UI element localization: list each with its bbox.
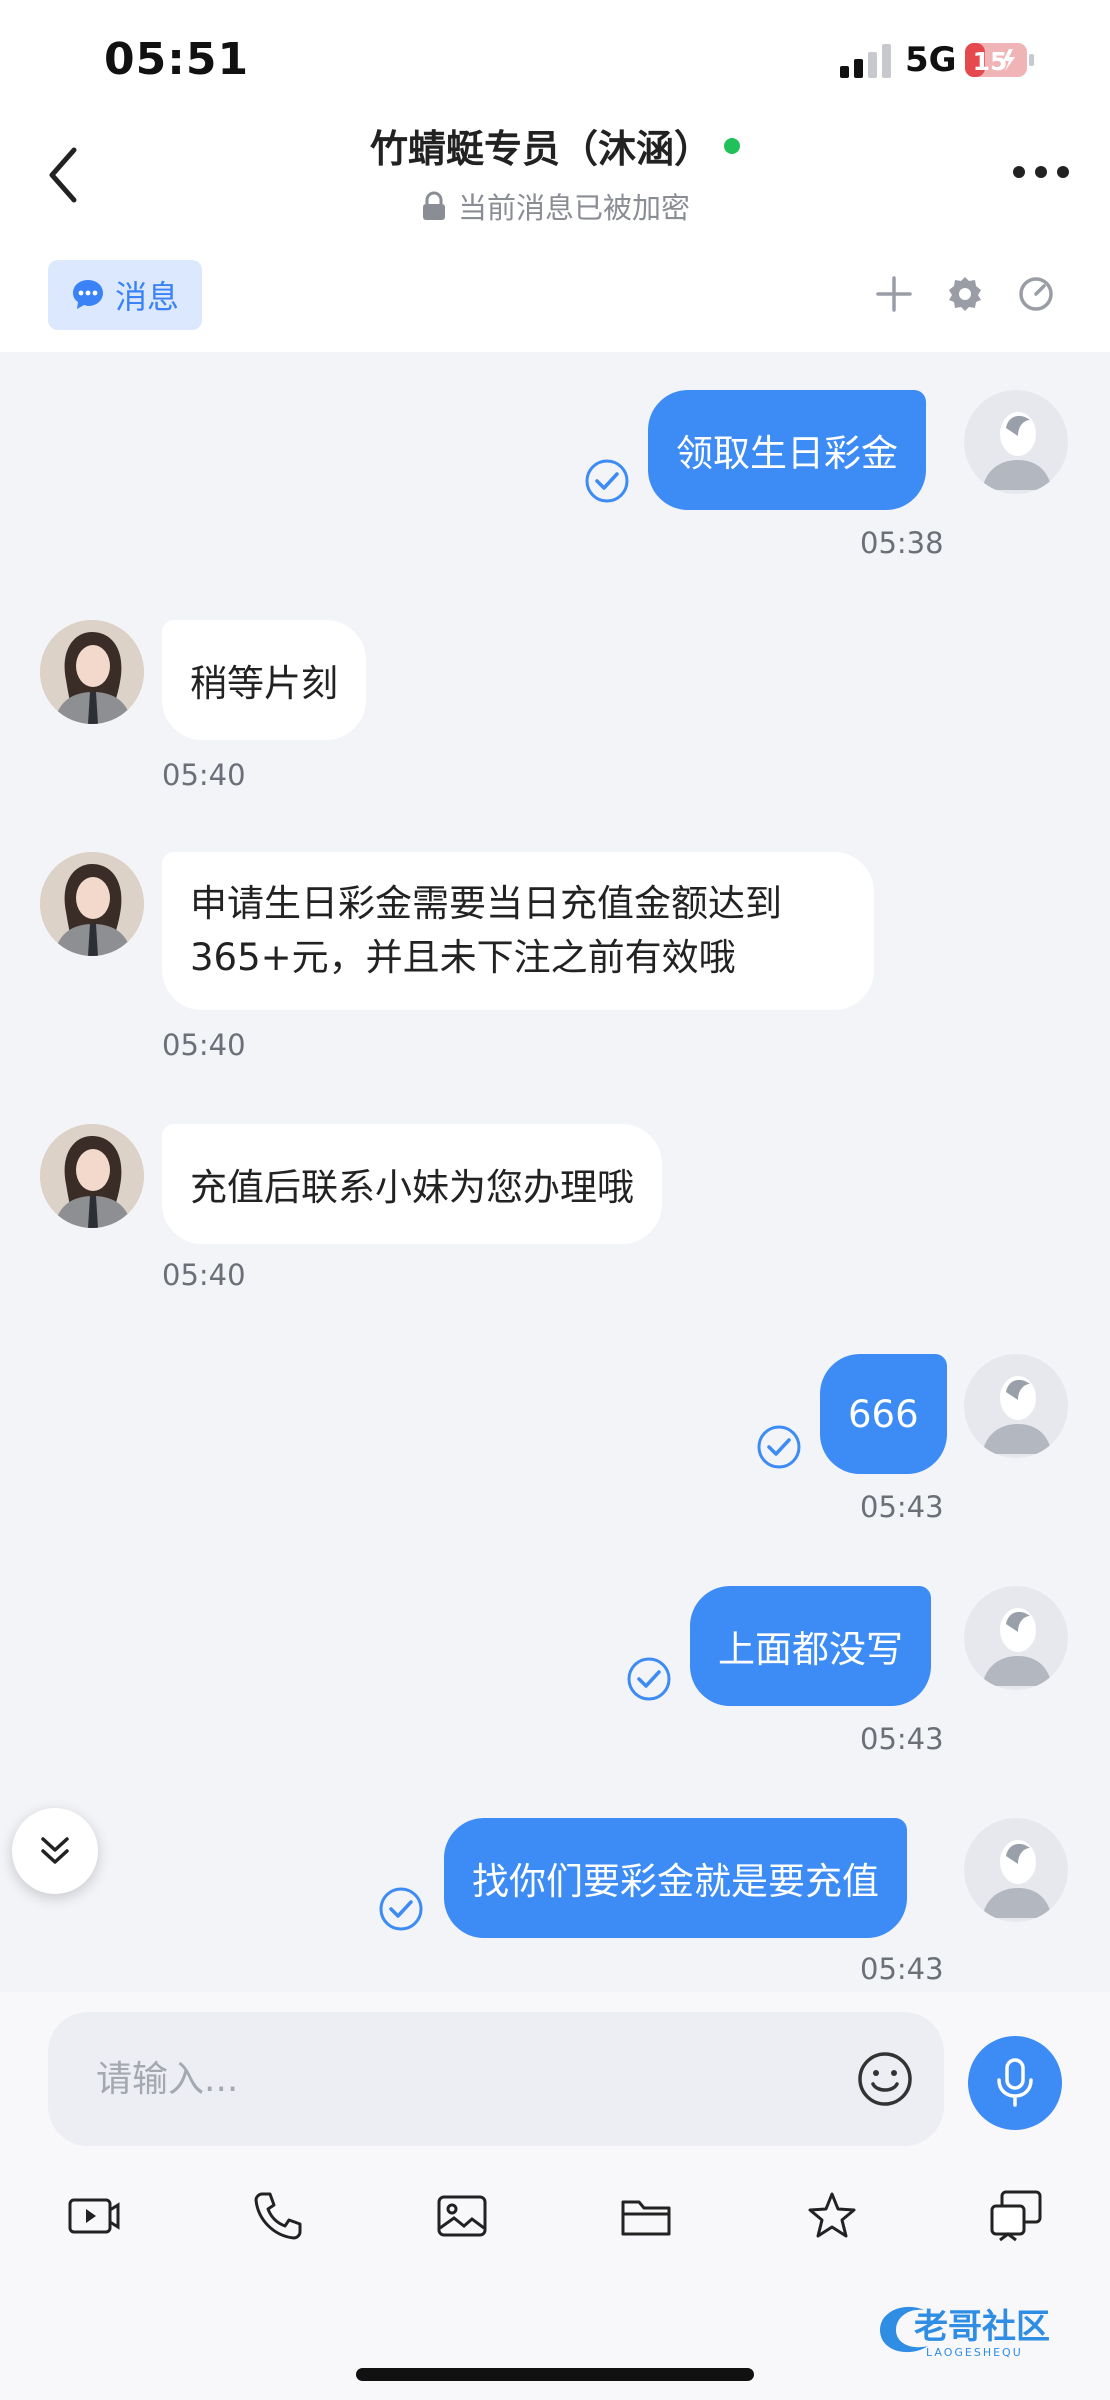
agent-photo [40,620,144,724]
gear-icon[interactable] [945,274,985,314]
message-list[interactable]: 领取生日彩金 05:38 稍等片刻 05:40 申请生日彩金需要当日充值金额达到… [0,352,1110,1992]
user-avatar[interactable] [964,1354,1068,1458]
read-check-icon [379,1887,423,1931]
chat-header: 竹蜻蜓专员（沐涵） 当前消息已被加密 [0,110,1110,240]
battery-level: 15 [973,47,1008,76]
video-icon[interactable] [66,2188,122,2244]
more-icon[interactable] [1012,162,1070,182]
header-title-block: 竹蜻蜓专员（沐涵） 当前消息已被加密 [0,118,1110,227]
attachment-toolbar [0,2188,1110,2258]
image-icon[interactable] [434,2188,490,2244]
chat-tab-row: 消息 [0,240,1110,352]
contact-name: 竹蜻蜓专员（沐涵） [369,127,712,171]
message-timestamp: 05:43 [860,1490,944,1524]
message-input[interactable] [96,2044,856,2114]
message-bubble-incoming[interactable]: 申请生日彩金需要当日充值金额达到365+元，并且未下注之前有效哦 [162,852,874,1010]
online-status-dot [724,137,740,154]
network-type: 5G [905,40,957,80]
message-bubble-incoming[interactable]: 充值后联系小妹为您办理哦 [162,1124,662,1244]
encryption-notice: 当前消息已被加密 [420,185,690,227]
contact-title: 竹蜻蜓专员（沐涵） [370,118,740,173]
star-icon[interactable] [804,2188,860,2244]
message-bubble-outgoing[interactable]: 666 [820,1354,947,1474]
agent-photo [40,852,144,956]
user-avatar[interactable] [964,1818,1068,1922]
message-input-box[interactable] [48,2012,944,2146]
agent-avatar[interactable] [40,852,144,956]
voice-button[interactable] [968,2036,1062,2130]
tab-messages-label: 消息 [114,278,179,316]
battery-icon: 15 [965,43,1034,77]
watermark-subtext: LAOGESHEQU [926,2346,1023,2359]
watermark-text: 老哥社区 [914,2307,1050,2347]
message-bubble-outgoing[interactable]: 找你们要彩金就是要充值 [444,1818,907,1938]
emoji-icon[interactable] [856,2050,914,2108]
screen-share-icon[interactable] [988,2188,1044,2244]
user-avatar[interactable] [964,390,1068,494]
gauge-icon[interactable] [1016,274,1056,314]
message-timestamp: 05:40 [162,1258,246,1292]
default-avatar-icon [982,1840,1052,1918]
read-check-icon [627,1657,671,1701]
message-bubble-outgoing[interactable]: 上面都没写 [690,1586,931,1706]
message-bubble-incoming[interactable]: 稍等片刻 [162,620,366,740]
folder-icon[interactable] [618,2188,674,2244]
message-timestamp: 05:43 [860,1952,944,1986]
read-check-icon [757,1425,801,1469]
message-bubble-outgoing[interactable]: 领取生日彩金 [648,390,926,510]
default-avatar-icon [982,412,1052,490]
message-timestamp: 05:40 [162,1028,246,1062]
message-timestamp: 05:40 [162,758,246,792]
composer: 老哥社区 LAOGESHEQU [0,1992,1110,2400]
status-bar: 05:51 5G 15 [0,0,1110,110]
lock-icon [422,191,445,220]
scroll-to-bottom-button[interactable] [12,1808,98,1894]
agent-avatar[interactable] [40,1124,144,1228]
tab-messages[interactable]: 消息 [48,260,202,330]
home-indicator[interactable] [356,2368,754,2381]
message-timestamp: 05:38 [860,526,944,560]
default-avatar-icon [982,1608,1052,1686]
read-check-icon [585,459,629,503]
user-avatar[interactable] [964,1586,1068,1690]
phone-icon[interactable] [250,2188,306,2244]
encryption-text: 当前消息已被加密 [457,191,690,225]
message-timestamp: 05:43 [860,1722,944,1756]
plus-icon[interactable] [874,274,914,314]
watermark-logo: 老哥社区 LAOGESHEQU [880,2306,1050,2359]
chat-bubble-icon [72,280,103,309]
signal-icon [840,44,891,78]
agent-avatar[interactable] [40,620,144,724]
agent-photo [40,1124,144,1228]
microphone-icon [997,2058,1033,2107]
status-time: 05:51 [104,34,250,85]
default-avatar-icon [982,1376,1052,1454]
double-chevron-down-icon [41,1837,69,1864]
